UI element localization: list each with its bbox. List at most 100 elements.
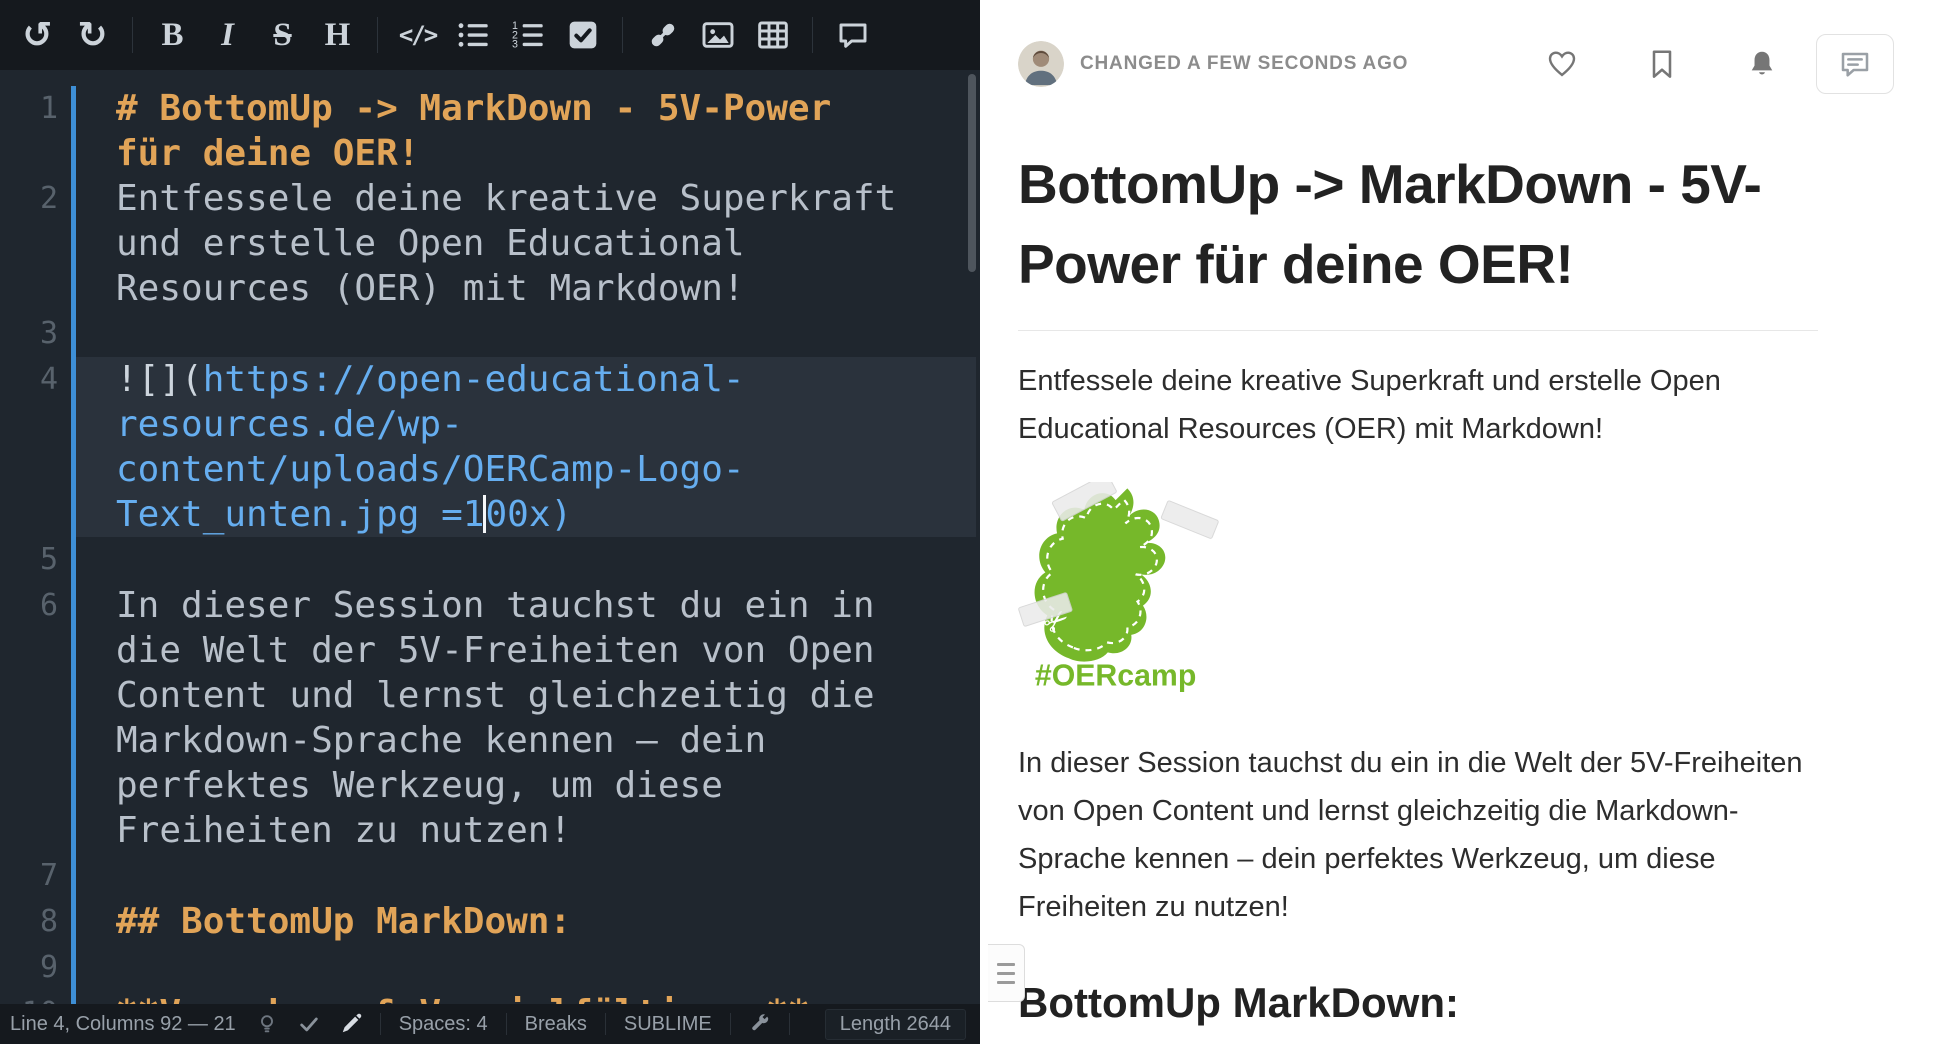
editor-statusbar: Line 4, Columns 92 — 21 Spaces: 4 Breaks	[0, 1004, 980, 1044]
open-comments-button[interactable]	[1816, 34, 1894, 94]
cursor-position-status[interactable]: Line 4, Columns 92 — 21	[0, 1013, 246, 1036]
line-number: 9	[0, 945, 58, 991]
editor-line-text[interactable]	[76, 945, 976, 991]
italic-icon: I	[221, 17, 234, 54]
table-button[interactable]	[745, 8, 800, 62]
preview-pane: CHANGED A FEW SECONDS AGO	[988, 0, 1938, 1044]
toolbar-separator	[812, 17, 813, 53]
line-number: 8	[0, 899, 58, 945]
session-paragraph: In dieser Session tauchst du ein in die …	[1018, 739, 1818, 931]
italic-button[interactable]: I	[200, 8, 255, 62]
editor-line-text[interactable]	[76, 853, 976, 899]
line-number: 2	[0, 176, 58, 311]
image-button[interactable]	[690, 8, 745, 62]
avatar-image	[1018, 41, 1064, 87]
code-button[interactable]: </>	[390, 8, 445, 62]
table-icon	[757, 19, 789, 51]
editor-line-text[interactable]: ## BottomUp MarkDown:	[76, 899, 976, 945]
section-heading: BottomUp MarkDown:	[1018, 979, 1818, 1027]
statusbar-separator	[506, 1013, 507, 1035]
ordered-list-button[interactable]: 1 2 3	[500, 8, 555, 62]
editor-line-2[interactable]: 2 Entfessele deine kreative Superkraft u…	[0, 176, 980, 311]
edit-mode-toggle[interactable]	[330, 1013, 372, 1035]
preview-header: CHANGED A FEW SECONDS AGO	[1018, 34, 1938, 94]
editor-line-9[interactable]: 9	[0, 945, 980, 991]
bold-icon: B	[161, 17, 183, 54]
redo-icon: ↻	[77, 15, 107, 56]
toolbar-separator	[377, 17, 378, 53]
title-divider	[1018, 330, 1818, 331]
task-list-icon	[567, 19, 599, 51]
editor-line-1[interactable]: 1 # BottomUp -> MarkDown - 5V-Power für …	[0, 86, 980, 176]
wrench-icon	[749, 1013, 771, 1035]
bullet-list-button[interactable]	[445, 8, 500, 62]
editor-toolbar: ↺ ↻ B I S H </> 1 2 3	[0, 0, 980, 70]
image-url: https://open-educational- resources.de/w…	[116, 359, 745, 535]
check-icon	[298, 1013, 320, 1035]
editor-line-text[interactable]	[76, 311, 976, 357]
image-icon	[702, 19, 734, 51]
link-button[interactable]	[635, 8, 690, 62]
comment-button[interactable]	[825, 8, 880, 62]
markdown-image-syntax: ![](	[116, 359, 203, 400]
line-number: 6	[0, 583, 58, 853]
heading-button[interactable]: H	[310, 8, 365, 62]
note-action-icons	[1546, 48, 1778, 80]
editor-line-4-active[interactable]: 4 ![](https://open-educational- resource…	[0, 357, 980, 537]
bold-button[interactable]: B	[145, 8, 200, 62]
hamburger-icon	[997, 963, 1015, 966]
statusbar-separator	[380, 1013, 381, 1035]
editor-line-6[interactable]: 6 In dieser Session tauchst du ein in di…	[0, 583, 980, 853]
keymap-setting[interactable]: SUBLIME	[614, 1013, 722, 1036]
preferences-button[interactable]	[739, 1013, 781, 1035]
code-editor[interactable]: 1 # BottomUp -> MarkDown - 5V-Power für …	[0, 70, 980, 1004]
comment-bubble-icon	[1839, 48, 1871, 80]
line-number: 10	[0, 991, 58, 1004]
spellcheck-toggle[interactable]	[288, 1013, 330, 1035]
editor-line-10[interactable]: 10 **Verwahren & Vervielfältigen:**	[0, 991, 980, 1004]
editor-scrollbar-thumb[interactable]	[968, 74, 976, 272]
image-url: 00x)	[485, 494, 572, 535]
statusbar-separator	[730, 1013, 731, 1035]
lightbulb-icon	[256, 1013, 278, 1035]
oercamp-logo: ✂ #OERcamp	[1018, 482, 1818, 699]
document-title: BottomUp -> MarkDown - 5V-Power für dein…	[1018, 144, 1818, 304]
editor-line-text[interactable]: Entfessele deine kreative Superkraft und…	[76, 176, 976, 311]
statusbar-separator	[789, 1013, 790, 1035]
toolbar-separator	[132, 17, 133, 53]
editor-line-text[interactable]	[76, 537, 976, 583]
avatar[interactable]	[1018, 41, 1064, 87]
toc-toggle-button[interactable]	[988, 944, 1025, 1002]
theme-toggle[interactable]	[246, 1013, 288, 1035]
hamburger-icon	[997, 981, 1015, 984]
editor-line-5[interactable]: 5	[0, 537, 980, 583]
editor-line-text[interactable]: # BottomUp -> MarkDown - 5V-Power für de…	[76, 86, 976, 176]
spaces-setting[interactable]: Spaces: 4	[389, 1013, 498, 1036]
undo-icon: ↺	[22, 15, 52, 56]
editor-line-3[interactable]: 3	[0, 311, 980, 357]
last-changed-text: CHANGED A FEW SECONDS AGO	[1080, 53, 1408, 75]
strikethrough-icon: S	[273, 17, 291, 54]
undo-button[interactable]: ↺	[10, 8, 65, 62]
editor-line-text[interactable]: ![](https://open-educational- resources.…	[76, 357, 976, 537]
editor-line-text[interactable]: **Verwahren & Vervielfältigen:**	[76, 991, 976, 1004]
hackmd-split-editor: ↺ ↻ B I S H </> 1 2 3	[0, 0, 1938, 1044]
line-number: 7	[0, 853, 58, 899]
bell-icon[interactable]	[1746, 48, 1778, 80]
task-list-button[interactable]	[555, 8, 610, 62]
pane-divider[interactable]	[980, 0, 988, 1044]
bookmark-icon[interactable]	[1646, 48, 1678, 80]
oercamp-logo-image: ✂ #OERcamp	[1018, 482, 1223, 694]
line-number: 4	[0, 357, 58, 537]
editor-line-7[interactable]: 7	[0, 853, 980, 899]
editor-line-8[interactable]: 8 ## BottomUp MarkDown:	[0, 899, 980, 945]
heading-icon: H	[325, 17, 351, 54]
line-number: 1	[0, 86, 58, 176]
statusbar-separator	[605, 1013, 606, 1035]
strikethrough-button[interactable]: S	[255, 8, 310, 62]
heart-icon[interactable]	[1546, 48, 1578, 80]
redo-button[interactable]: ↻	[65, 8, 120, 62]
editor-line-text[interactable]: In dieser Session tauchst du ein in die …	[76, 583, 976, 853]
breaks-setting[interactable]: Breaks	[515, 1013, 597, 1036]
comment-icon	[837, 19, 869, 51]
